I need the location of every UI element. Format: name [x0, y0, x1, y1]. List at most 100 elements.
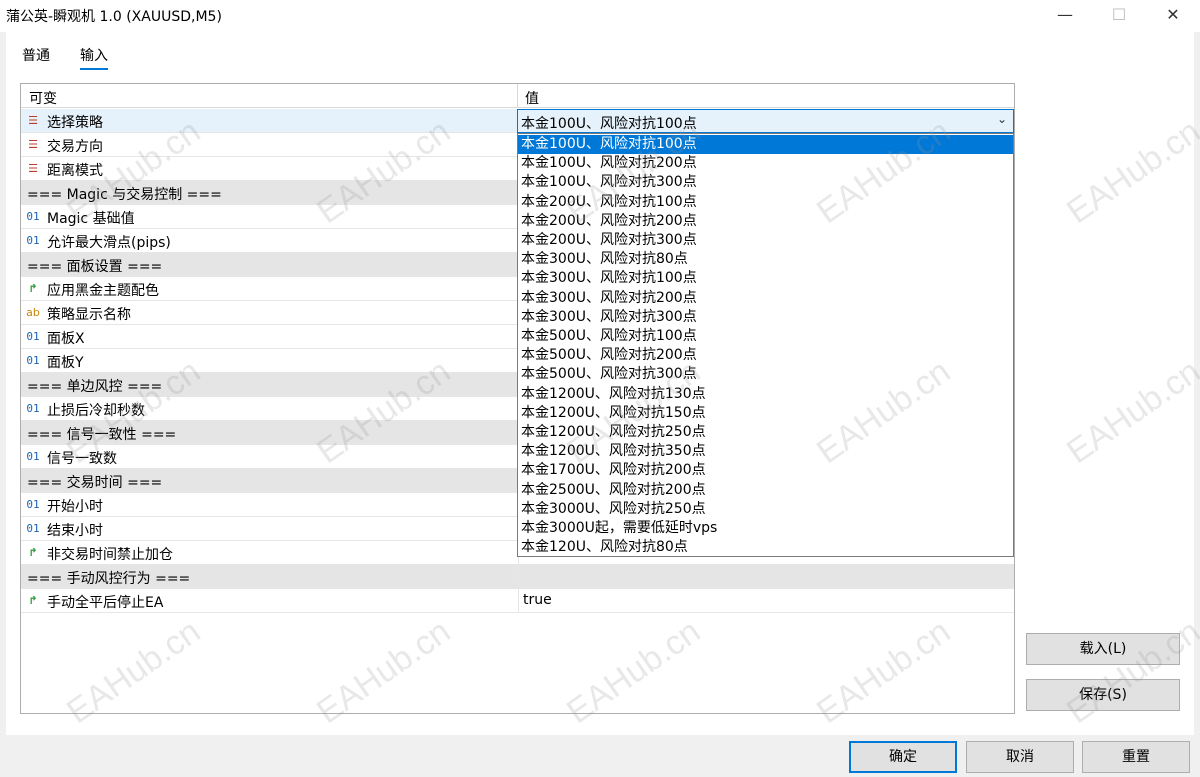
- enum-icon: ☰: [28, 114, 38, 127]
- column-separator[interactable]: [517, 84, 518, 108]
- row-name-cell: ☰ 交易方向: [21, 133, 517, 156]
- dropdown-option[interactable]: 本金100U、风险对抗200点: [518, 154, 1013, 173]
- title-bar: 蒲公英-瞬观机 1.0 (XAUUSD,M5) — ☐ ✕: [0, 0, 1200, 32]
- int-icon: 01: [26, 402, 40, 415]
- strategy-dropdown-list[interactable]: 本金100U、风险对抗100点 本金100U、风险对抗200点 本金100U、风险对…: [517, 133, 1014, 557]
- row-name: 交易方向: [47, 139, 103, 155]
- close-button[interactable]: ✕: [1146, 0, 1200, 30]
- dropdown-option[interactable]: 本金300U、风险对抗300点: [518, 308, 1013, 327]
- row-name-cell: 01 Magic 基础值: [21, 205, 517, 228]
- int-icon: 01: [26, 330, 40, 343]
- row-name: 应用黑金主题配色: [47, 283, 159, 299]
- grid-section-row[interactable]: === 手动风控行为 ===: [21, 565, 1014, 589]
- bool-icon: ↱: [28, 282, 38, 295]
- dropdown-option[interactable]: 本金300U、风险对抗100点: [518, 269, 1013, 288]
- row-name: === 交易时间 ===: [27, 475, 163, 491]
- row-name: === 信号一致性 ===: [27, 427, 177, 443]
- column-header-variable[interactable]: 可变: [29, 88, 57, 108]
- int-icon: 01: [26, 450, 40, 463]
- bool-icon: ↱: [28, 594, 38, 607]
- row-name: 距离模式: [47, 163, 103, 179]
- dropdown-option[interactable]: 本金3000U、风险对抗250点: [518, 500, 1013, 519]
- dropdown-option[interactable]: 本金120U、风险对抗80点: [518, 538, 1013, 557]
- row-name: === 手动风控行为 ===: [27, 571, 191, 587]
- row-name: Magic 基础值: [47, 211, 135, 227]
- int-icon: 01: [26, 498, 40, 511]
- dropdown-option[interactable]: 本金2500U、风险对抗200点: [518, 481, 1013, 500]
- row-name-cell: 01 开始小时: [21, 493, 517, 516]
- dropdown-option[interactable]: 本金1200U、风险对抗130点: [518, 385, 1013, 404]
- tab-general[interactable]: 普通: [22, 45, 50, 65]
- load-button[interactable]: 载入(L): [1026, 633, 1180, 665]
- row-name-cell: ↱ 应用黑金主题配色: [21, 277, 517, 300]
- dropdown-option[interactable]: 本金100U、风险对抗100点: [518, 135, 1013, 154]
- row-name: 止损后冷却秒数: [47, 403, 145, 419]
- grid-header: 可变 值: [21, 84, 1014, 108]
- row-name-cell: === 交易时间 ===: [21, 469, 517, 492]
- dropdown-option[interactable]: 本金1200U、风险对抗250点: [518, 423, 1013, 442]
- tab-inputs[interactable]: 输入: [80, 45, 108, 70]
- enum-icon: ☰: [28, 138, 38, 151]
- bool-icon: ↱: [28, 546, 38, 559]
- row-name-cell: ↱ 手动全平后停止EA: [21, 589, 517, 612]
- ok-button[interactable]: 确定: [849, 741, 957, 773]
- int-icon: 01: [26, 210, 40, 223]
- row-name: 策略显示名称: [47, 307, 131, 323]
- dropdown-option[interactable]: 本金300U、风险对抗200点: [518, 289, 1013, 308]
- row-name-cell: ☰ 选择策略: [21, 109, 517, 132]
- strategy-select-value: 本金100U、风险对抗100点: [521, 116, 697, 132]
- dropdown-option[interactable]: 本金200U、风险对抗300点: [518, 231, 1013, 250]
- dropdown-option[interactable]: 本金200U、风险对抗100点: [518, 193, 1013, 212]
- dropdown-option[interactable]: 本金100U、风险对抗300点: [518, 173, 1013, 192]
- dropdown-option[interactable]: 本金3000U起，需要低延时vps: [518, 519, 1013, 538]
- column-header-value[interactable]: 值: [525, 88, 539, 108]
- window-title: 蒲公英-瞬观机 1.0 (XAUUSD,M5): [6, 9, 222, 25]
- string-icon: ab: [26, 306, 40, 319]
- row-name: 允许最大滑点(pips): [47, 235, 171, 251]
- cancel-button[interactable]: 取消: [966, 741, 1074, 773]
- dropdown-option[interactable]: 本金1700U、风险对抗200点: [518, 461, 1013, 480]
- row-name-cell: 01 结束小时: [21, 517, 517, 540]
- row-value-cell[interactable]: [518, 565, 1014, 588]
- maximize-button[interactable]: ☐: [1092, 0, 1146, 30]
- int-icon: 01: [26, 522, 40, 535]
- row-name-cell: 01 止损后冷却秒数: [21, 397, 517, 420]
- reset-button[interactable]: 重置: [1082, 741, 1190, 773]
- dropdown-option[interactable]: 本金300U、风险对抗80点: [518, 250, 1013, 269]
- dropdown-option[interactable]: 本金1200U、风险对抗150点: [518, 404, 1013, 423]
- row-name: 信号一致数: [47, 451, 117, 467]
- row-name-cell: === 信号一致性 ===: [21, 421, 517, 444]
- row-name-cell: ↱ 非交易时间禁止加仓: [21, 541, 517, 564]
- row-name-cell: 01 面板X: [21, 325, 517, 348]
- row-value[interactable]: true: [523, 592, 552, 608]
- int-icon: 01: [26, 234, 40, 247]
- strategy-select[interactable]: 本金100U、风险对抗100点 ⌄: [517, 109, 1014, 133]
- minimize-button[interactable]: —: [1038, 0, 1092, 30]
- enum-icon: ☰: [28, 162, 38, 175]
- row-name-cell: 01 面板Y: [21, 349, 517, 372]
- dropdown-option[interactable]: 本金1200U、风险对抗350点: [518, 442, 1013, 461]
- row-name: === 单边风控 ===: [27, 379, 163, 395]
- row-name: === Magic 与交易控制 ===: [27, 187, 222, 203]
- row-name: 面板X: [47, 331, 85, 347]
- row-name-cell: === 面板设置 ===: [21, 253, 517, 276]
- dropdown-option[interactable]: 本金500U、风险对抗300点: [518, 365, 1013, 384]
- dropdown-option[interactable]: 本金200U、风险对抗200点: [518, 212, 1013, 231]
- chevron-down-icon[interactable]: ⌄: [997, 112, 1007, 126]
- grid-row[interactable]: ↱ 手动全平后停止EA true: [21, 589, 1014, 613]
- dropdown-option[interactable]: 本金500U、风险对抗200点: [518, 346, 1013, 365]
- row-name-cell: === 手动风控行为 ===: [21, 565, 517, 588]
- row-name-cell: ☰ 距离模式: [21, 157, 517, 180]
- row-name: 开始小时: [47, 499, 103, 515]
- row-name: 选择策略: [47, 115, 103, 131]
- row-name-cell: === 单边风控 ===: [21, 373, 517, 396]
- row-name: === 面板设置 ===: [27, 259, 163, 275]
- dropdown-option[interactable]: 本金500U、风险对抗100点: [518, 327, 1013, 346]
- row-value-cell[interactable]: true: [518, 589, 1014, 612]
- save-button[interactable]: 保存(S): [1026, 679, 1180, 711]
- row-name-cell: 01 信号一致数: [21, 445, 517, 468]
- row-name: 结束小时: [47, 523, 103, 539]
- int-icon: 01: [26, 354, 40, 367]
- row-name: 非交易时间禁止加仓: [47, 547, 173, 563]
- row-name: 手动全平后停止EA: [47, 595, 164, 611]
